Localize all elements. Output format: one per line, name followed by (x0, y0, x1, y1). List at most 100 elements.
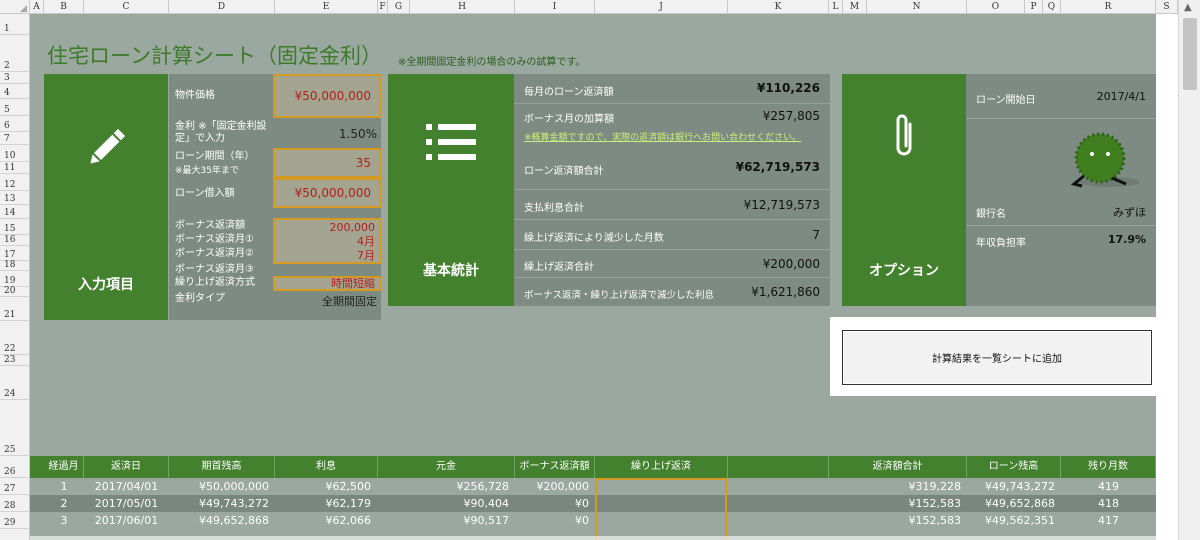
row-header[interactable]: 3 (0, 72, 30, 84)
burden-ratio-label: 年収負担率 (976, 238, 1026, 249)
column-header[interactable]: I (515, 0, 595, 14)
prepay-method-select[interactable]: 時間短縮 (273, 276, 381, 291)
row-opening-balance: ¥49,743,272 (199, 497, 269, 510)
column-header[interactable]: S (1156, 0, 1178, 14)
column-header[interactable]: G (388, 0, 410, 14)
schedule-table-header: 経過月 返済日 期首残高 利息 元金 ボーナス返済額 繰り上げ返済 返済額合計 … (30, 456, 1156, 478)
total-interest-label: 支払利息合計 (524, 203, 584, 214)
row-header[interactable]: 4 (0, 84, 30, 99)
column-header[interactable]: P (1025, 0, 1043, 14)
rate-type-row: 金利タイプ 全期間固定 (169, 293, 381, 308)
column-header[interactable]: A (30, 0, 44, 14)
column-header[interactable]: B (44, 0, 84, 14)
row-header[interactable]: 17 (0, 246, 30, 261)
monthly-payment-label: 毎月のローン返済額 (524, 87, 614, 98)
row-header[interactable]: 19 (0, 271, 30, 287)
row-header[interactable]: 13 (0, 191, 30, 205)
row-header[interactable]: 7 (0, 132, 30, 145)
row-remaining-balance: ¥49,562,351 (985, 514, 1055, 527)
bonus-month2-input[interactable]: 7月 (275, 249, 375, 263)
row-header[interactable]: 15 (0, 219, 30, 235)
row-header[interactable]: 11 (0, 162, 30, 174)
input-section-block: 入力項目 (44, 74, 168, 320)
loan-period-label: ローン期間（年） (175, 151, 255, 162)
table-header-cell[interactable]: ボーナス返済額 (515, 456, 595, 478)
vertical-scrollbar[interactable]: ▲ (1178, 0, 1200, 540)
paperclip-icon (896, 114, 912, 156)
table-header-cell[interactable]: 経過月 (44, 456, 84, 478)
row-header[interactable]: 5 (0, 99, 30, 116)
table-header-cell[interactable]: ローン残高 (967, 456, 1061, 478)
worksheet: 住宅ローン計算シート（固定金利） ※全期間固定金利の場合のみの試算です。 入力項… (30, 14, 1164, 540)
table-row[interactable]: 1 2017/04/01 ¥50,000,000 ¥62,500 ¥256,72… (30, 478, 1156, 495)
options-panel: ローン開始日 2017/4/1 銀行名 みずほ 年収負担率 17.9% (966, 74, 1156, 306)
row-header[interactable]: 23 (0, 355, 30, 366)
row-header[interactable]: 16 (0, 235, 30, 246)
add-to-list-button[interactable]: 計算結果を一覧シートに追加 (842, 330, 1152, 385)
bonus-month1-input[interactable]: 4月 (275, 235, 375, 249)
burden-ratio-value: 17.9% (1107, 233, 1146, 246)
table-header-cell[interactable]: 繰り上げ返済 (595, 456, 728, 478)
column-header[interactable]: H (410, 0, 515, 14)
row-interest: ¥62,066 (325, 514, 372, 527)
row-header[interactable]: 28 (0, 495, 30, 512)
column-header[interactable]: J (595, 0, 728, 14)
prepay-total-row: 繰上げ返済合計 ¥200,000 (514, 250, 830, 278)
row-header[interactable]: 27 (0, 478, 30, 495)
row-header[interactable]: 25 (0, 400, 30, 456)
bonus-input-group: 200,000 4月 7月 (273, 218, 381, 264)
scroll-up-icon[interactable]: ▲ (1184, 2, 1192, 13)
row-header[interactable]: 18 (0, 260, 30, 271)
row-month: 3 (60, 514, 68, 527)
row-header[interactable]: 10 (0, 145, 30, 162)
select-all-corner[interactable] (0, 0, 30, 14)
add-result-box: 計算結果を一覧シートに追加 (830, 317, 1164, 396)
column-header[interactable]: R (1061, 0, 1156, 14)
row-total: ¥319,228 (908, 480, 962, 493)
column-header[interactable]: F (378, 0, 388, 14)
row-header[interactable]: 6 (0, 116, 30, 132)
table-header-cell[interactable]: 期首残高 (169, 456, 275, 478)
row-header[interactable]: 29 (0, 512, 30, 529)
loan-amount-label: ローン借入額 (175, 188, 235, 199)
column-header[interactable]: D (169, 0, 275, 14)
bonus-repayment-input[interactable]: 200,000 (275, 221, 376, 235)
row-header[interactable]: 14 (0, 205, 30, 219)
row-header[interactable]: 26 (0, 456, 30, 478)
row-header[interactable]: 24 (0, 366, 30, 400)
table-header-cell[interactable]: 利息 (275, 456, 378, 478)
row-header[interactable]: 22 (0, 321, 30, 355)
total-interest-row: 支払利息合計 ¥12,719,573 (514, 190, 830, 220)
table-header-cell[interactable]: 返済日 (84, 456, 169, 478)
prepayment-input-column[interactable] (595, 478, 727, 540)
column-s-cells (1156, 14, 1178, 540)
table-header-cell[interactable]: 元金 (378, 456, 515, 478)
column-header[interactable]: E (275, 0, 378, 14)
row-header[interactable]: 1 (0, 14, 30, 35)
bonus-add-label: ボーナス月の加算額 (524, 114, 614, 125)
row-header[interactable]: 21 (0, 297, 30, 321)
loan-period-input[interactable]: 35 (273, 148, 381, 178)
bonus-repayment-label: ボーナス返済額 (175, 220, 245, 231)
column-header[interactable]: N (867, 0, 967, 14)
column-header[interactable]: M (843, 0, 867, 14)
loan-period-note: ※最大35年まで (175, 166, 239, 176)
row-header[interactable]: 2 (0, 35, 30, 72)
table-row[interactable]: 3 2017/06/01 ¥49,652,868 ¥62,066 ¥90,517… (30, 512, 1156, 529)
column-header[interactable]: Q (1043, 0, 1061, 14)
row-header[interactable]: 12 (0, 174, 30, 191)
column-header[interactable]: O (967, 0, 1025, 14)
loan-amount-input[interactable]: ¥50,000,000 (273, 178, 381, 208)
bonus-month1-label: ボーナス返済月① (175, 234, 254, 245)
table-header-cell[interactable]: 返済額合計 (829, 456, 967, 478)
column-header[interactable]: L (829, 0, 843, 14)
table-header-cell[interactable] (728, 456, 829, 478)
table-header-cell[interactable]: 残り月数 (1061, 456, 1156, 478)
stats-panel: 毎月のローン返済額 ¥110,226 ボーナス月の加算額 ¥257,805 ※概… (514, 74, 830, 306)
table-row[interactable]: 2 2017/05/01 ¥49,743,272 ¥62,179 ¥90,404… (30, 495, 1156, 512)
row-header[interactable]: 20 (0, 286, 30, 297)
property-price-input[interactable]: ¥50,000,000 (273, 74, 381, 118)
column-header[interactable]: K (728, 0, 829, 14)
scroll-thumb[interactable] (1183, 18, 1197, 90)
column-header[interactable]: C (84, 0, 169, 14)
